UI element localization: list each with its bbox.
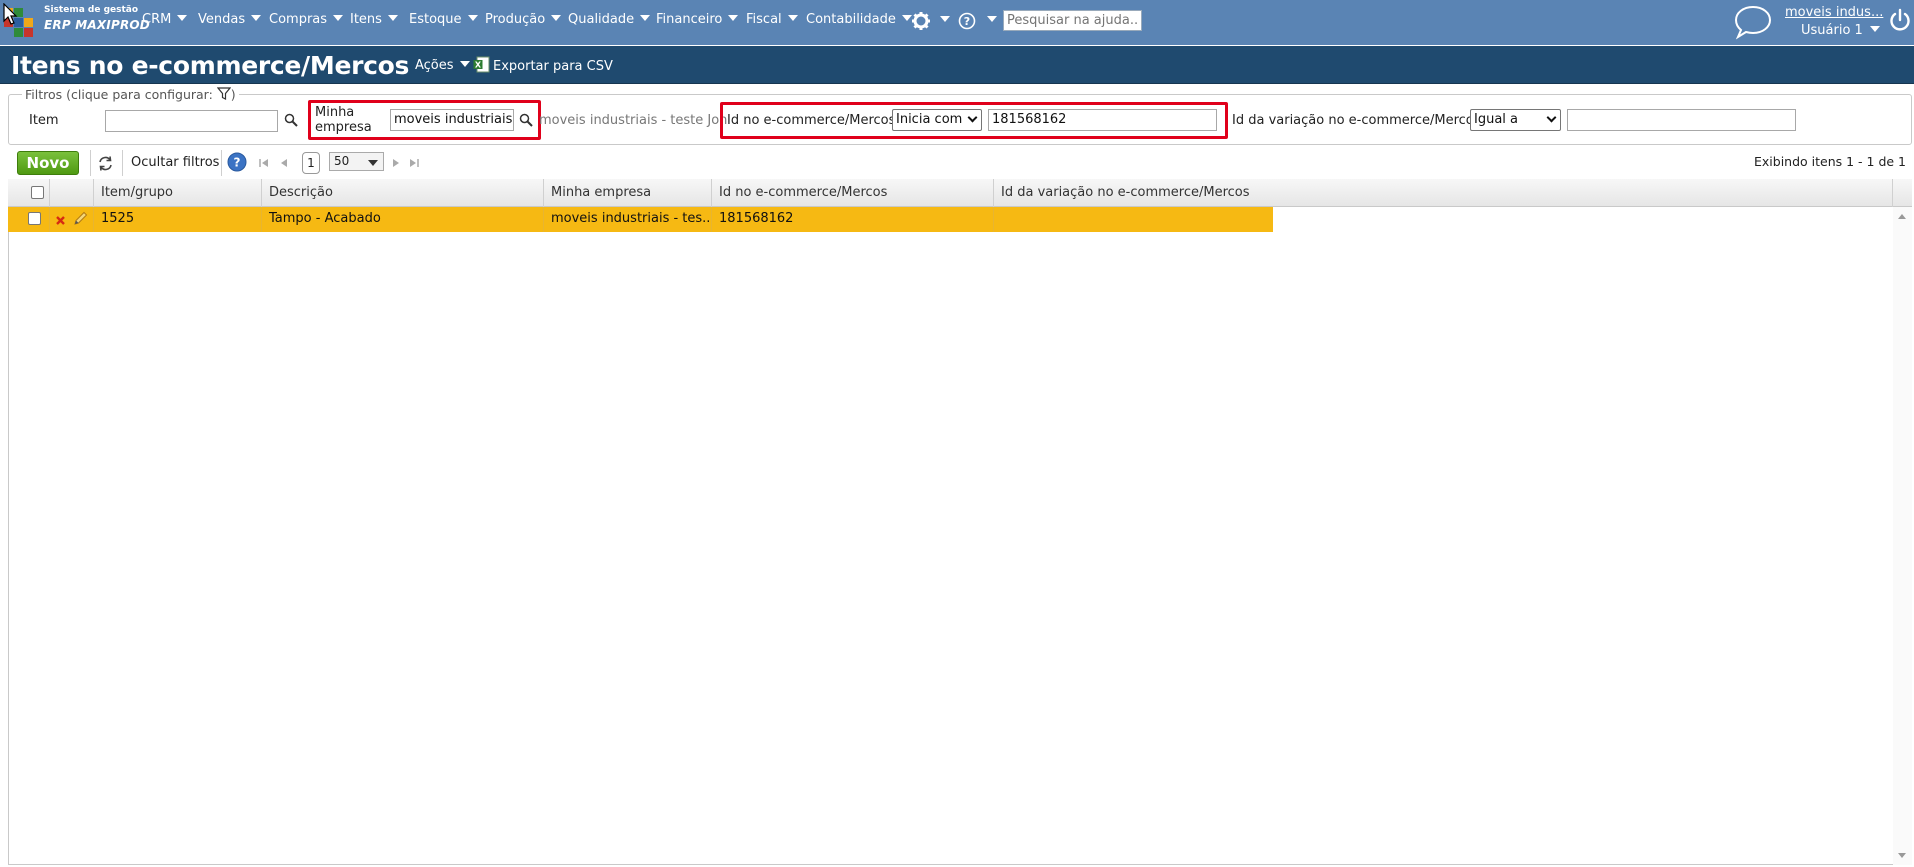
showing-items-text: Exibindo itens 1 - 1 de 1 <box>1754 154 1907 169</box>
edit-pencil-icon[interactable] <box>73 211 88 226</box>
company-link[interactable]: moveis indus... <box>1785 5 1883 20</box>
first-page-icon[interactable] <box>258 157 270 169</box>
excel-icon: X <box>473 56 490 73</box>
chevron-down-icon <box>251 15 262 21</box>
header-actions-cell <box>50 179 94 207</box>
cell-id-variacao <box>994 207 1273 232</box>
cell-item: 1525 <box>94 207 262 232</box>
nav-contabilidade[interactable]: Contabilidade <box>806 12 912 27</box>
item-filter-input[interactable] <box>105 110 278 132</box>
empresa-filter-label: Minha empresa <box>315 105 372 135</box>
chat-icon[interactable] <box>1733 4 1773 40</box>
chevron-down-icon <box>787 15 798 21</box>
svg-text:?: ? <box>234 156 241 170</box>
chevron-down-icon <box>551 15 562 21</box>
id-operator-select[interactable]: Inicia com <box>892 109 982 131</box>
page-number-input[interactable]: 1 <box>302 152 320 174</box>
nav-itens[interactable]: Itens <box>350 12 398 27</box>
empresa-filter-input[interactable]: moveis industriais - teste Jon <box>390 109 514 131</box>
row-select-cell <box>8 207 50 232</box>
search-icon[interactable] <box>284 113 298 127</box>
chevron-down-icon <box>333 15 344 21</box>
nav-crm[interactable]: CRM <box>142 12 188 27</box>
toolbar-divider <box>221 150 222 176</box>
export-csv-button[interactable]: X Exportar para CSV <box>473 56 613 74</box>
cell-descricao: Tampo - Acabado <box>262 207 544 232</box>
logo-tagline: Sistema de gestão <box>44 5 139 15</box>
chevron-down-icon <box>177 15 188 21</box>
chevron-down-icon <box>1546 112 1557 123</box>
vertical-scrollbar[interactable] <box>1893 207 1912 865</box>
chevron-down-icon <box>368 160 378 166</box>
chevron-down-icon[interactable] <box>940 16 950 22</box>
items-grid <box>8 179 1912 865</box>
nav-qualidade[interactable]: Qualidade <box>568 12 651 27</box>
previous-page-icon[interactable] <box>278 157 290 169</box>
empresa-selected-text: moveis industriais - teste Jon <box>539 113 728 128</box>
chevron-down-icon[interactable] <box>987 16 997 22</box>
new-button[interactable]: Novo <box>17 151 79 175</box>
gear-icon[interactable] <box>911 11 931 31</box>
hide-filters-button[interactable]: Ocultar filtros <box>131 155 219 170</box>
variation-operator-select[interactable]: Igual a <box>1470 109 1561 131</box>
page-size-select[interactable]: 50 <box>329 152 384 171</box>
filters-legend[interactable]: Filtros (clique para configurar: ) <box>22 87 239 102</box>
column-header-descricao[interactable]: Descrição <box>262 179 544 207</box>
svg-text:?: ? <box>964 15 970 28</box>
select-all-checkbox[interactable] <box>31 186 44 199</box>
toolbar-divider <box>122 150 123 176</box>
chevron-down-icon <box>640 15 651 21</box>
help-search-input[interactable] <box>1003 10 1142 31</box>
nav-vendas[interactable]: Vendas <box>198 12 262 27</box>
last-page-icon[interactable] <box>408 157 420 169</box>
nav-estoque[interactable]: Estoque <box>409 12 478 27</box>
header-select-cell <box>8 179 50 207</box>
id-filter-input[interactable]: 181568162 <box>988 109 1217 131</box>
row-checkbox[interactable] <box>28 212 41 225</box>
nav-compras[interactable]: Compras <box>269 12 344 27</box>
chevron-down-icon <box>1869 26 1880 32</box>
row-actions-cell <box>50 207 94 232</box>
nav-producao[interactable]: Produção <box>485 12 562 27</box>
variation-filter-label: Id da variação no e-commerce/Mercos <box>1232 113 1481 128</box>
scroll-down-icon[interactable] <box>1898 853 1906 858</box>
help-circle-icon[interactable]: ? <box>227 152 247 172</box>
chevron-down-icon <box>387 15 398 21</box>
item-filter-label: Item <box>29 113 59 128</box>
actions-menu[interactable]: Ações <box>415 58 470 73</box>
nav-financeiro[interactable]: Financeiro <box>656 12 739 27</box>
column-header-id-variacao[interactable]: Id da variação no e-commerce/Mercos <box>994 179 1893 207</box>
delete-icon[interactable] <box>55 215 66 226</box>
chevron-down-icon <box>728 15 739 21</box>
column-header-empresa[interactable]: Minha empresa <box>544 179 712 207</box>
page-title: Itens no e-commerce/Mercos <box>11 51 410 80</box>
nav-fiscal[interactable]: Fiscal <box>746 12 798 27</box>
next-page-icon[interactable] <box>390 157 402 169</box>
mouse-cursor-icon <box>3 3 18 25</box>
column-header-item[interactable]: Item/grupo <box>94 179 262 207</box>
logo-brand: ERP MAXIPROD <box>44 18 150 32</box>
column-header-id-mercos[interactable]: Id no e-commerce/Mercos <box>712 179 994 207</box>
help-icon[interactable]: ? <box>958 12 976 30</box>
refresh-icon[interactable] <box>97 155 114 172</box>
scroll-up-icon[interactable] <box>1898 214 1906 219</box>
chevron-down-icon <box>467 15 478 21</box>
search-icon[interactable] <box>519 113 533 127</box>
id-filter-label: Id no e-commerce/Mercos <box>727 113 896 128</box>
cell-empresa: moveis industriais - tes... <box>544 207 712 232</box>
toolbar-divider <box>90 150 91 176</box>
power-icon[interactable] <box>1889 7 1911 33</box>
user-menu[interactable]: Usuário 1 <box>1801 23 1880 38</box>
svg-text:X: X <box>475 61 482 70</box>
chevron-down-icon <box>459 61 470 67</box>
variation-filter-input[interactable] <box>1567 109 1796 131</box>
chevron-down-icon <box>967 112 978 123</box>
cell-id-mercos: 181568162 <box>712 207 994 232</box>
filter-icon[interactable] <box>216 87 232 100</box>
